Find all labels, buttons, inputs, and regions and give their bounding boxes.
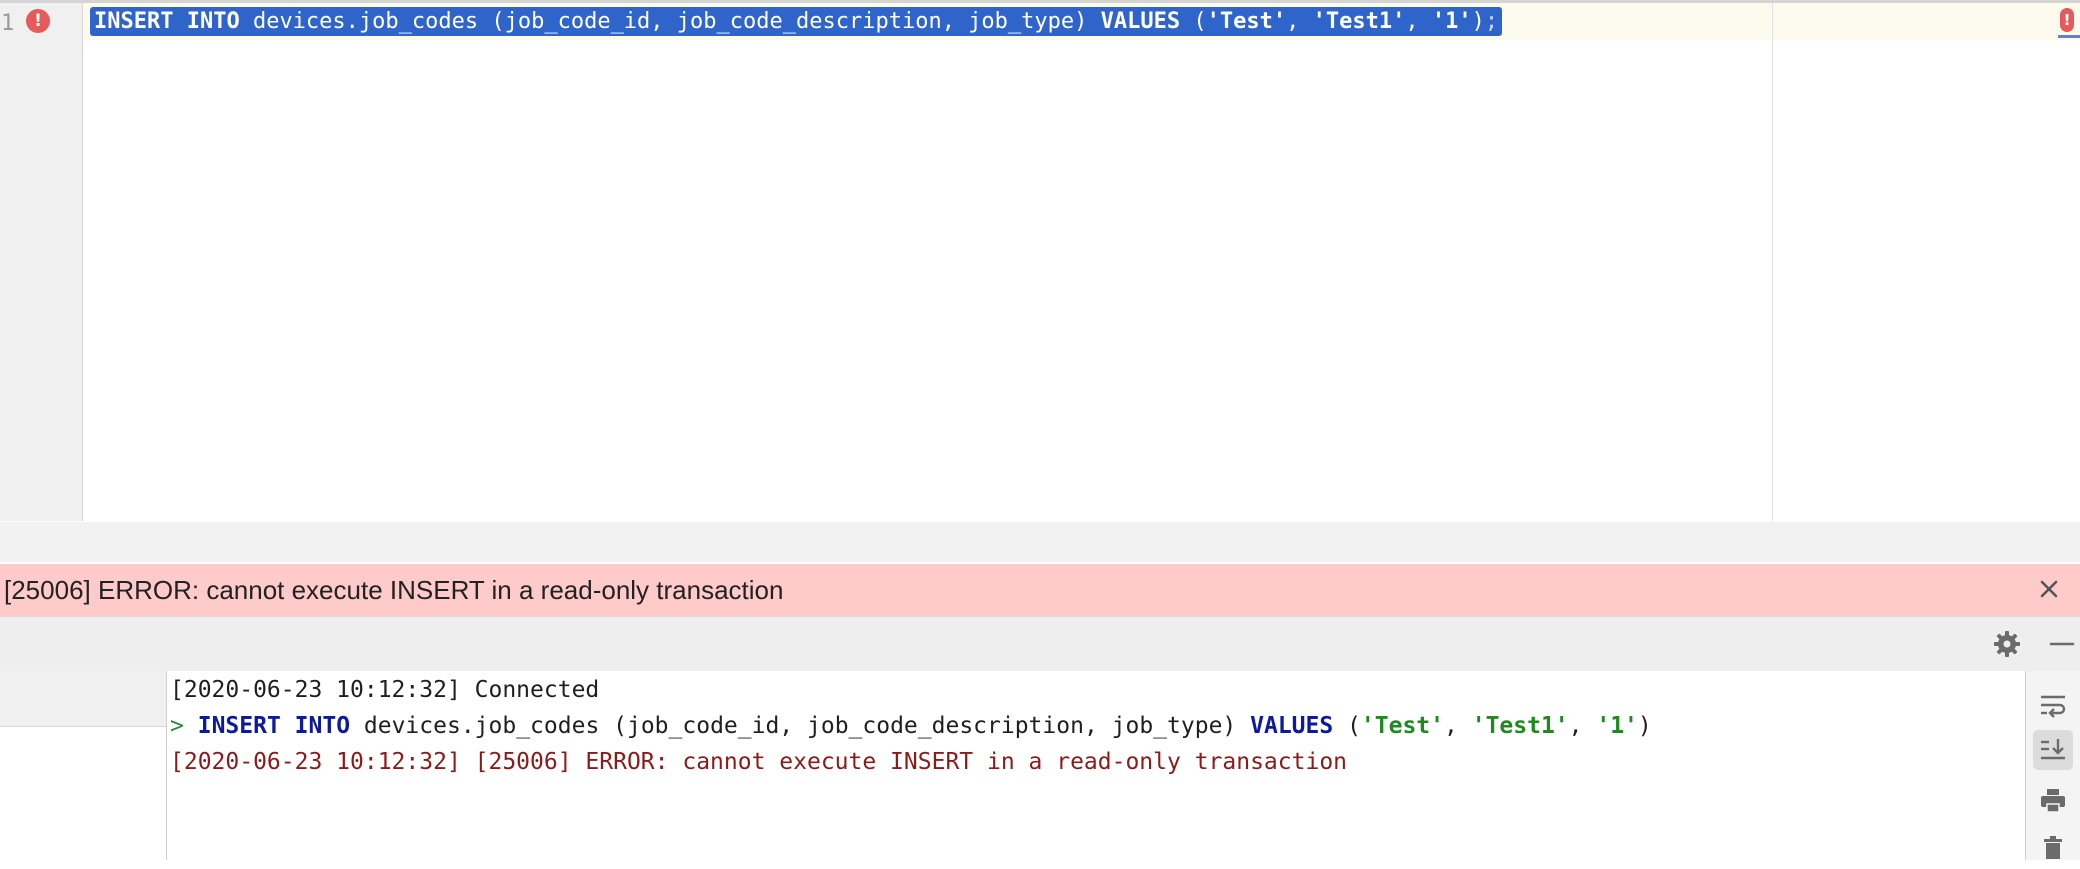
sql-editor[interactable]: 1 ! INSERT INTO devices.job_codes (job_c… [0, 0, 2080, 523]
console-string-2: 'Test1' [1471, 713, 1569, 739]
soft-wrap-icon [2041, 695, 2066, 718]
soft-wrap-button[interactable] [2033, 685, 2073, 725]
code-keyword-insert-into: INSERT INTO [94, 9, 240, 34]
console-open-paren: ( [1333, 713, 1361, 739]
code-semicolon: ; [1484, 9, 1499, 34]
code-keyword-values: VALUES [1100, 9, 1181, 34]
console-output[interactable]: [2020-06-23 10:12:32] Connected > INSERT… [167, 671, 2025, 860]
minimize-icon[interactable] [2048, 629, 2076, 659]
console-close-paren: ) [1637, 713, 1652, 739]
console-prompt: > [170, 713, 184, 739]
console-toolbar [0, 616, 2080, 672]
console-keyword-values: VALUES [1250, 713, 1334, 739]
console-line-connected: [2020-06-23 10:12:32] Connected [170, 677, 600, 703]
console-line-error: [2020-06-23 10:12:32] [25006] ERROR: can… [170, 749, 1348, 775]
line-number: 1 [1, 11, 15, 36]
code-sep-2: , [1405, 9, 1432, 34]
scrollbar-error-icon[interactable]: ! [2060, 8, 2074, 32]
gutter-error-icon[interactable]: ! [26, 9, 50, 33]
console-sep-1: , [1444, 713, 1472, 739]
code-sep-1: , [1286, 9, 1313, 34]
console-string-1: 'Test' [1360, 713, 1445, 739]
console-line-statement: > INSERT INTO devices.job_codes (job_cod… [170, 713, 1652, 739]
error-banner: [25006] ERROR: cannot execute INSERT in … [0, 564, 2080, 616]
print-icon [2041, 789, 2065, 813]
console-string-3: '1' [1596, 713, 1638, 739]
scroll-to-end-icon [2041, 739, 2065, 760]
code-string-2: 'Test1' [1312, 9, 1406, 34]
print-button[interactable] [2033, 781, 2073, 821]
console-sep-2: , [1568, 713, 1597, 739]
scrollbar-error-stripe[interactable] [2058, 35, 2080, 38]
code-string-1: 'Test' [1206, 9, 1287, 34]
console-session-panel[interactable] [0, 671, 167, 860]
right-margin-guide [1772, 3, 1773, 521]
scroll-to-end-button[interactable] [2033, 730, 2073, 770]
gear-icon[interactable] [1992, 629, 2022, 659]
code-line-selected[interactable]: INSERT INTO devices.job_codes (job_code_… [90, 7, 1503, 36]
code-open-paren: ( [1180, 9, 1207, 34]
error-banner-message: [25006] ERROR: cannot execute INSERT in … [4, 575, 784, 605]
editor-bottom-gap [0, 522, 2080, 562]
editor-gutter [0, 3, 83, 521]
console-keyword-insert-into: INSERT INTO [197, 713, 351, 739]
console-table-columns: devices.job_codes (job_code_id, job_code… [350, 713, 1251, 739]
clear-console-button[interactable] [2033, 829, 2073, 869]
console-side-toolbar [2025, 671, 2080, 860]
code-close-paren: ) [1471, 9, 1485, 34]
close-icon[interactable] [2036, 576, 2062, 602]
code-table-columns: devices.job_codes (job_code_id, job_code… [239, 9, 1101, 34]
code-string-3: '1' [1431, 9, 1472, 34]
console-session-header [0, 671, 166, 727]
